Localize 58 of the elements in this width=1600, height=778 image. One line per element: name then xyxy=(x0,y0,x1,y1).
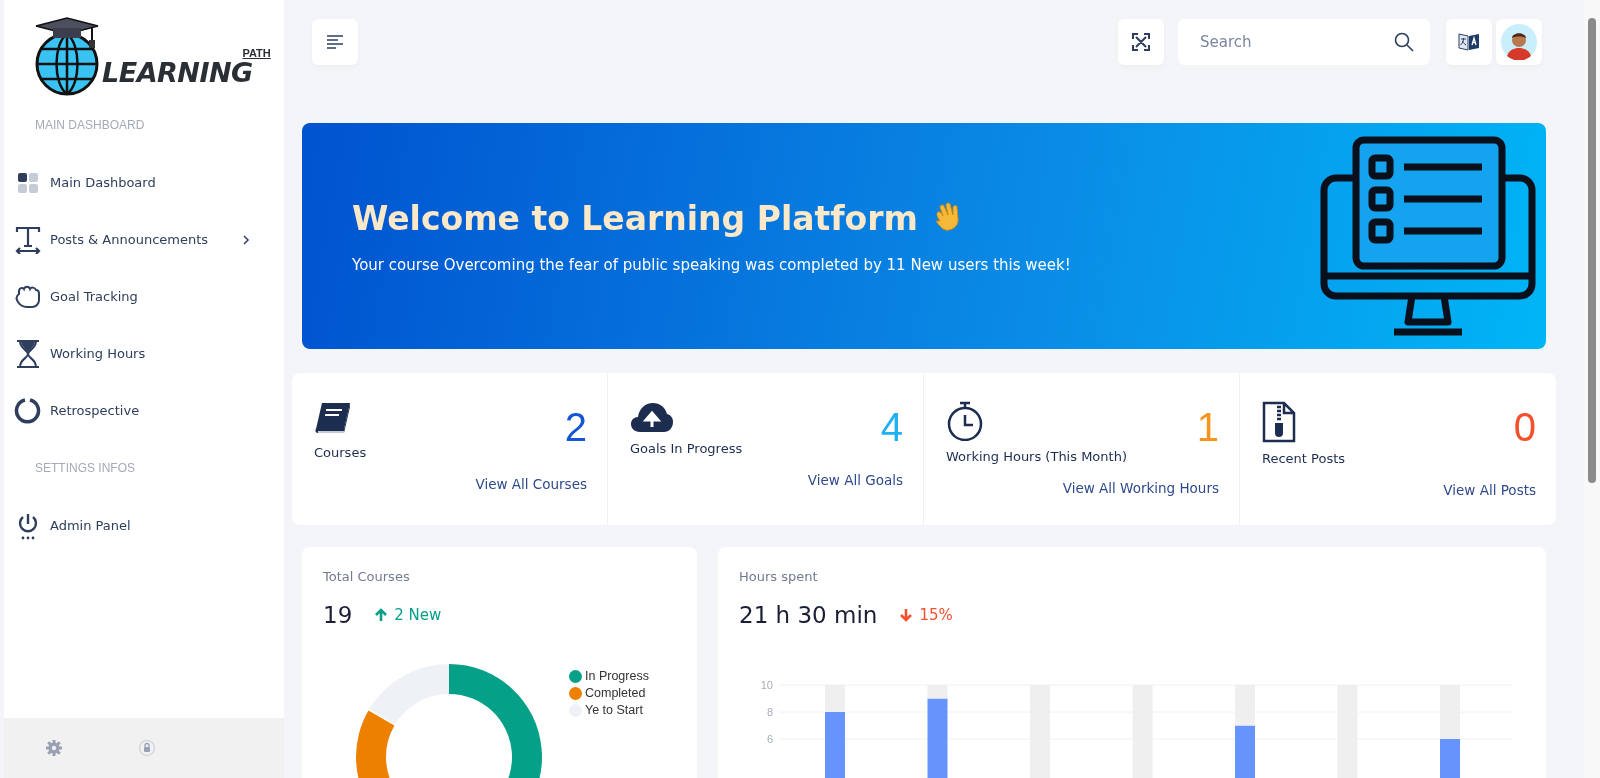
logo-wordmark: LEARNING xyxy=(102,57,253,88)
sidebar-item[interactable]: Posts & Announcements xyxy=(4,211,284,268)
view-all-link[interactable]: View All Working Hours xyxy=(1062,480,1219,496)
sidebar-item[interactable]: Working Hours xyxy=(4,325,284,382)
search-field[interactable]: Search xyxy=(1198,32,1394,52)
sidebar-item[interactable]: Admin Panel xyxy=(4,497,284,554)
view-all-link[interactable]: View All Posts xyxy=(1443,482,1536,498)
kpi-value: 19 xyxy=(323,602,353,628)
stat-value: 1 xyxy=(1196,405,1219,450)
banner-message: Your course Overcoming the fear of public speaking was completed by 11 New users this week! xyxy=(352,255,1071,274)
stat-label: Goals In Progress xyxy=(630,441,743,456)
trend-value: 2 New xyxy=(394,606,442,624)
logo-tagline: PATH xyxy=(242,47,271,59)
arrow-icon xyxy=(374,608,389,622)
stat-value: 0 xyxy=(1513,405,1536,450)
menu-button[interactable] xyxy=(312,19,358,65)
legend-label: Completed xyxy=(585,686,646,700)
translate-icon[interactable] xyxy=(1457,30,1481,54)
view-all-link[interactable]: View All Courses xyxy=(475,476,587,492)
card-title: Total Courses xyxy=(323,569,411,584)
view-all-link[interactable]: View All Goals xyxy=(807,472,903,488)
stat-label: Courses xyxy=(314,445,367,460)
search-icon[interactable] xyxy=(1394,32,1414,52)
fist-icon xyxy=(14,284,42,309)
fullscreen-button[interactable] xyxy=(1118,19,1164,65)
search-bar[interactable]: Search xyxy=(1178,19,1430,65)
cloud-upload-icon xyxy=(630,401,674,433)
stopwatch-icon xyxy=(946,401,984,441)
menu-icon[interactable] xyxy=(326,35,344,49)
card-title: Hours spent xyxy=(739,569,819,584)
banner-title: Welcome to Learning Platform xyxy=(352,198,918,238)
bar xyxy=(1235,725,1255,778)
arrow-icon xyxy=(899,608,914,622)
kpi-value: 21 h 30 min xyxy=(739,602,878,628)
y-tick-label: 10 xyxy=(760,679,773,691)
bar xyxy=(1440,739,1460,778)
legend-label: Ye to Start xyxy=(585,703,643,717)
hourglass-icon xyxy=(14,339,42,368)
stat-value: 2 xyxy=(564,405,587,450)
translate-button[interactable] xyxy=(1446,19,1492,65)
legend-label: In Progress xyxy=(585,669,649,683)
scrollbar-thumb[interactable] xyxy=(1588,18,1596,483)
text-width-icon xyxy=(14,225,42,254)
globe-cap-icon xyxy=(34,16,100,96)
stat-label: Recent Posts xyxy=(1262,451,1346,466)
scrollbar[interactable] xyxy=(1584,0,1600,778)
sidebar-item[interactable]: Goal Tracking xyxy=(4,268,284,325)
section-heading: MAIN DASHBOARD xyxy=(34,117,146,134)
zip-file-icon xyxy=(1262,401,1296,443)
y-tick-label: 6 xyxy=(766,733,773,745)
fullscreen-icon[interactable] xyxy=(1132,33,1150,51)
sidebar-item[interactable]: Retrospective xyxy=(4,382,284,439)
stat-label: Working Hours (This Month) xyxy=(946,449,1127,464)
y-tick-label: 8 xyxy=(766,706,773,718)
sidebar-item[interactable]: Main Dashboard xyxy=(4,154,284,211)
stat-value: 4 xyxy=(880,405,903,450)
trend-value: 15% xyxy=(919,606,953,624)
section-heading: SETTINGS INFOS xyxy=(34,460,136,477)
